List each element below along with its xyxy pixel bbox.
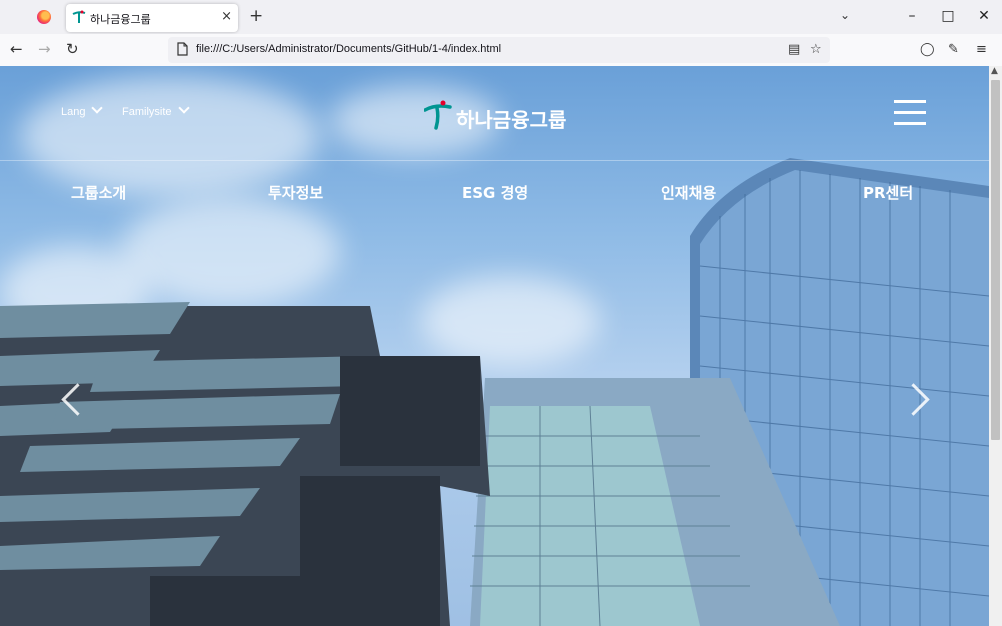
browser-nav-bar: ← → ↻ file:///C:/Users/Administrator/Doc… (0, 34, 1002, 67)
reload-icon[interactable]: ↻ (66, 41, 79, 57)
tab-close-icon[interactable]: × (221, 9, 232, 24)
file-icon (177, 42, 188, 56)
minimize-icon[interactable]: – (902, 6, 922, 26)
familysite-label: Familysite (122, 106, 172, 118)
new-tab-button[interactable]: + (249, 7, 263, 25)
nav-item-esg[interactable]: ESG 경영 (462, 182, 528, 203)
page-viewport: Lang Familysite 하나금융그룹 그룹소개 투자정보 ESG 경영 … (0, 66, 989, 626)
scroll-thumb[interactable] (991, 80, 1000, 440)
browser-tab-bar: 하나금융그룹 × + ⌄ – □ ✕ (0, 0, 1002, 34)
hamburger-menu-icon[interactable] (894, 100, 926, 126)
pocket-icon[interactable]: ◯ (920, 42, 935, 58)
logo-text: 하나금융그룹 (456, 108, 567, 132)
url-bar[interactable]: file:///C:/Users/Administrator/Documents… (168, 37, 830, 63)
scroll-up-icon[interactable]: ▲ (991, 66, 998, 76)
header-divider (0, 160, 989, 161)
tab-title: 하나금융그룹 (90, 13, 151, 26)
forward-icon[interactable]: → (38, 41, 51, 57)
browser-tab-active[interactable]: 하나금융그룹 × (66, 4, 238, 32)
bookmark-star-icon[interactable]: ☆ (810, 42, 822, 57)
nav-item-group-intro[interactable]: 그룹소개 (71, 182, 126, 203)
url-text[interactable]: file:///C:/Users/Administrator/Documents… (196, 43, 501, 55)
close-window-icon[interactable]: ✕ (974, 6, 994, 26)
nav-item-investor[interactable]: 투자정보 (268, 182, 323, 203)
hana-favicon-icon (72, 10, 86, 23)
familysite-dropdown[interactable]: Familysite (122, 102, 190, 118)
hero-background (0, 66, 989, 626)
tab-list-chevron-icon[interactable]: ⌄ (840, 8, 850, 22)
nav-item-recruit[interactable]: 인재채용 (661, 182, 716, 203)
nav-item-pr-center[interactable]: PR센터 (863, 182, 913, 203)
menu-icon[interactable]: ≡ (976, 42, 987, 58)
firefox-icon[interactable] (37, 10, 51, 24)
extensions-icon[interactable]: ✎ (948, 42, 959, 58)
page-scrollbar[interactable]: ▲ (989, 66, 1002, 626)
hana-logo-icon (424, 100, 452, 130)
lang-dropdown[interactable]: Lang (61, 102, 104, 118)
lang-label: Lang (61, 106, 86, 118)
buildings-image (0, 158, 989, 626)
maximize-icon[interactable]: □ (938, 6, 958, 26)
back-icon[interactable]: ← (10, 41, 23, 57)
reader-view-icon[interactable]: ▤ (788, 42, 800, 57)
